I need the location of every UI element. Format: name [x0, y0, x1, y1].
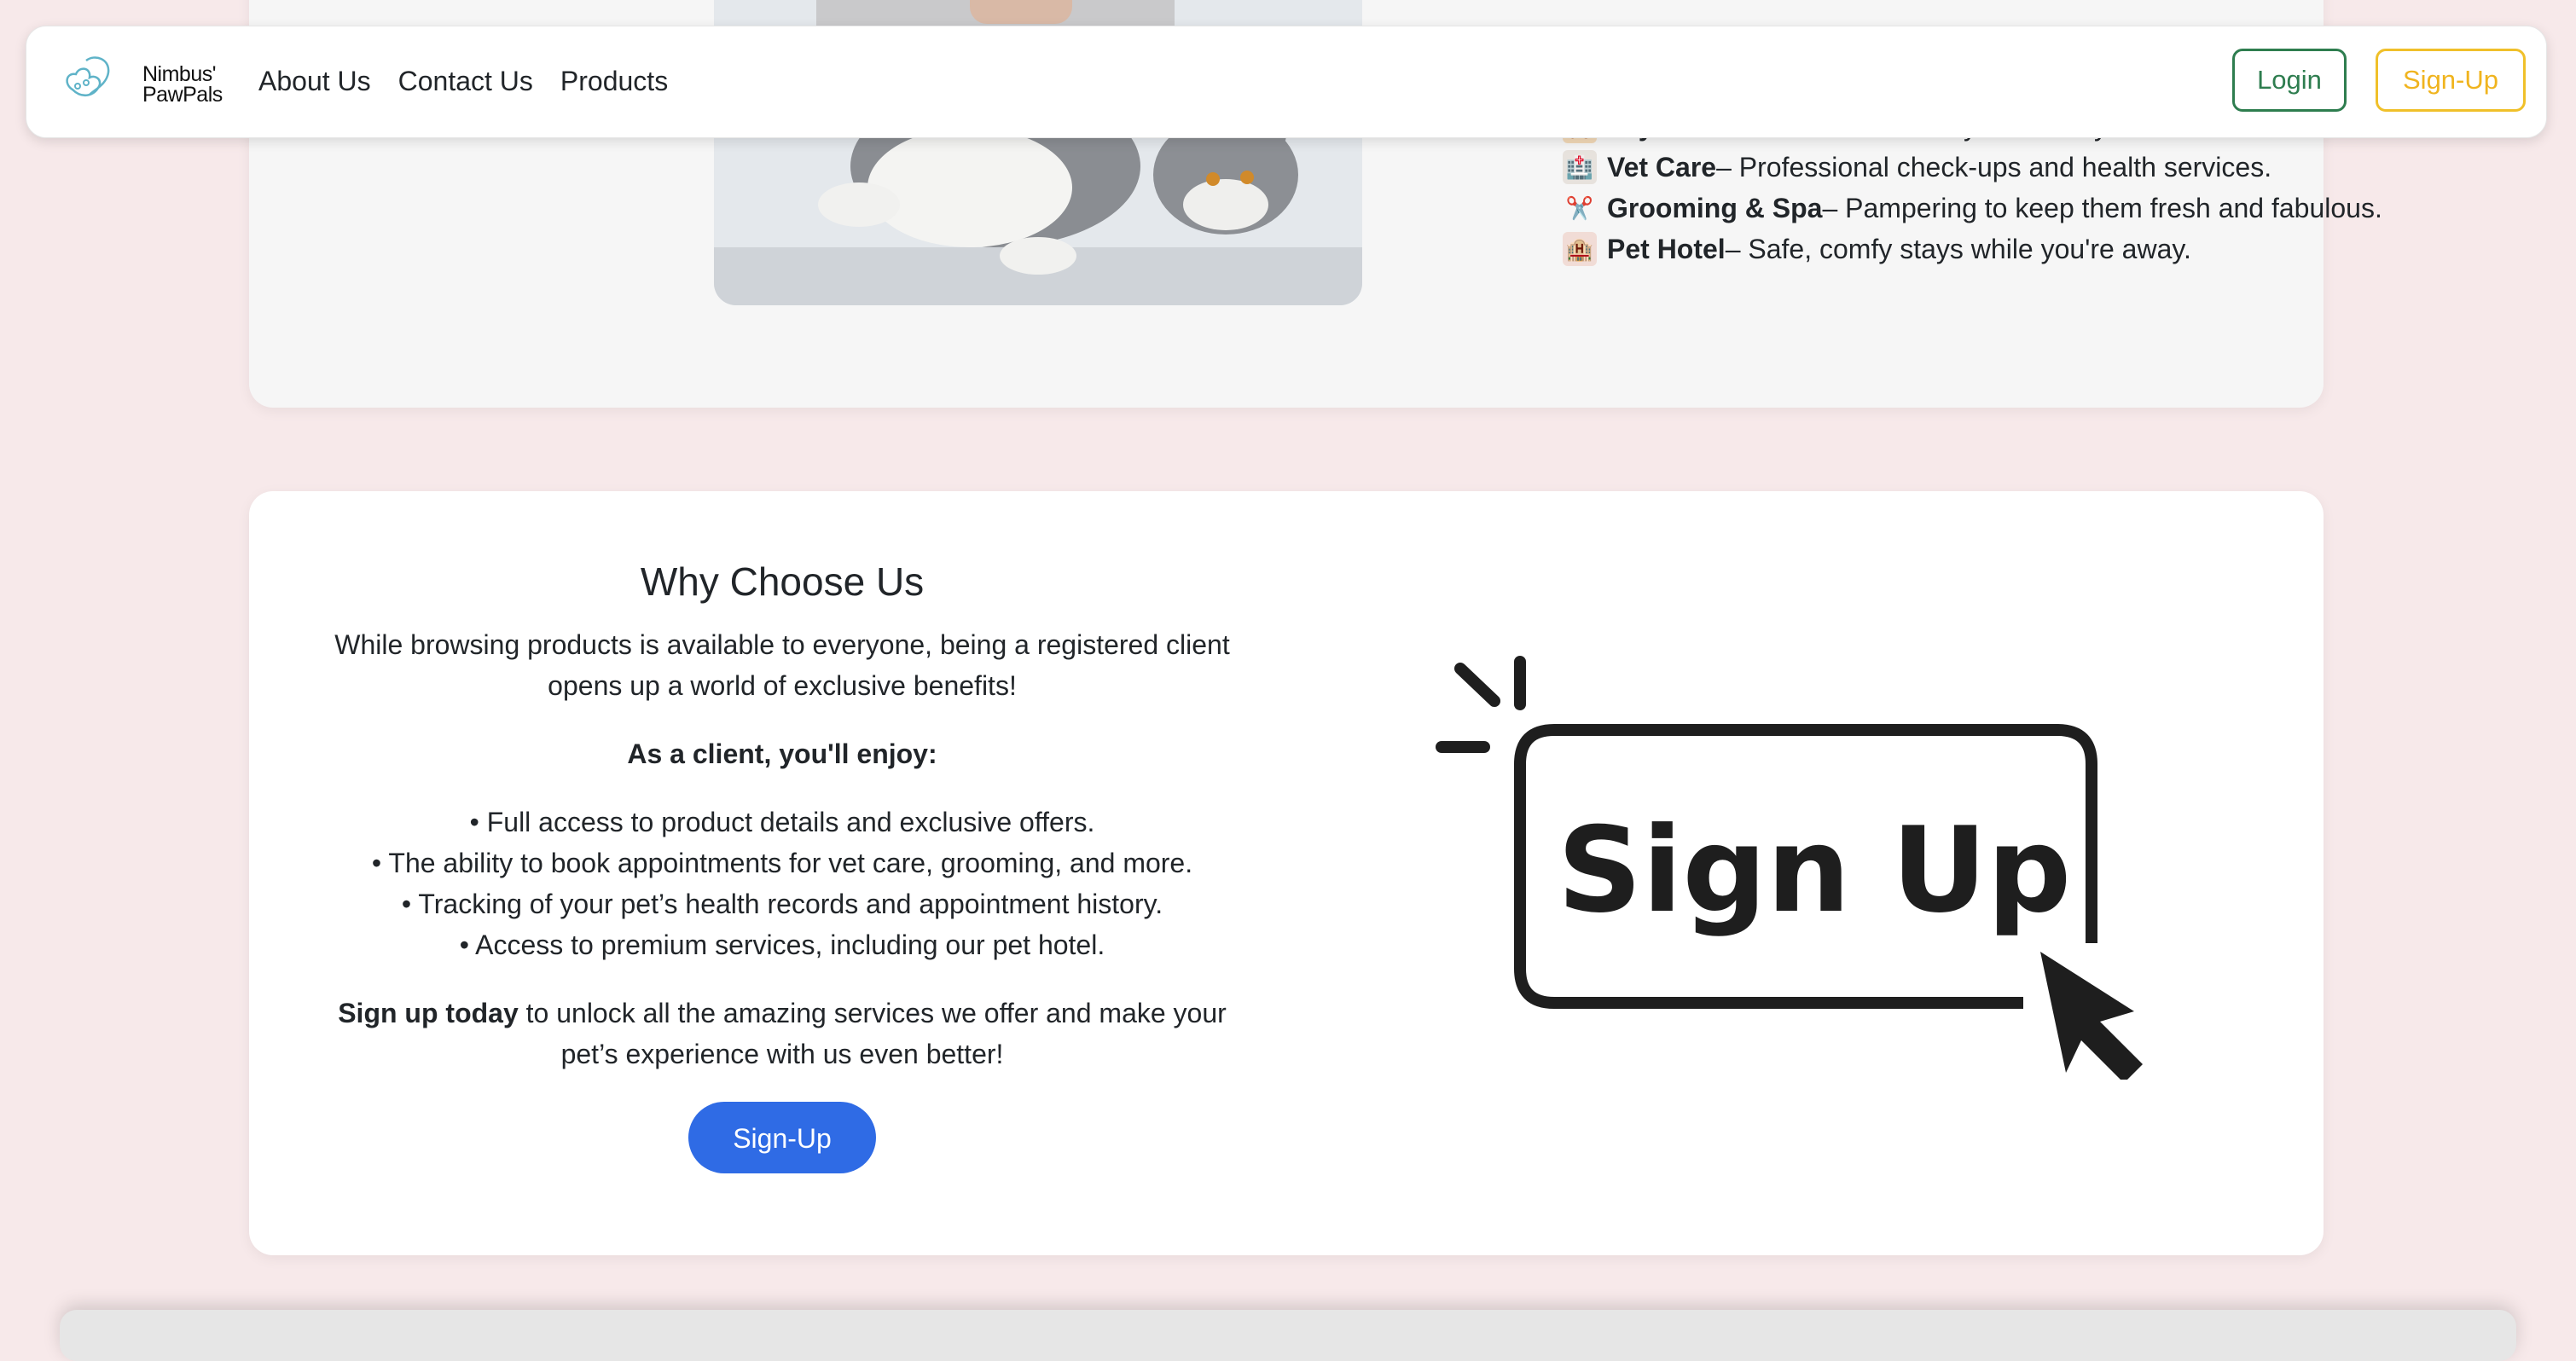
navbar: Nimbus' PawPals About Us Contact Us Prod…	[26, 26, 2547, 138]
service-desc: – Professional check-ups and health serv…	[1716, 152, 2272, 182]
benefit-item: • Tracking of your pet’s health records …	[401, 889, 1163, 919]
nav-products[interactable]: Products	[560, 66, 668, 97]
service-item: 🏥 Vet Care – Professional check-ups and …	[1563, 147, 2518, 188]
why-title: Why Choose Us	[640, 559, 925, 604]
benefit-item: • Access to premium services, including …	[459, 930, 1105, 960]
scissors-icon: ✂️	[1565, 195, 1594, 221]
hotel-icon: 🏨	[1563, 232, 1597, 266]
service-name: Pet Hotel	[1607, 234, 1726, 264]
paw-heart-icon	[66, 56, 110, 96]
benefits-list: • Full access to product details and exc…	[317, 802, 1247, 965]
illustration-text: Sign Up	[1558, 802, 2072, 939]
benefit-item: • The ability to book appointments for v…	[371, 848, 1193, 878]
benefit-item: • Full access to product details and exc…	[469, 807, 1095, 837]
service-item: ✂️ Grooming & Spa – Pampering to keep th…	[1563, 188, 2518, 229]
signup-button[interactable]: Sign-Up	[688, 1102, 876, 1173]
nav-links: About Us Contact Us Products	[258, 66, 668, 97]
hospital-icon: 🏥	[1563, 150, 1597, 184]
why-intro: While browsing products is available to …	[334, 629, 1230, 701]
signup-illustration: Sign Up	[1436, 656, 2143, 1080]
brand-logo[interactable]: Nimbus' PawPals	[61, 55, 231, 110]
cta-bold: Sign up today	[338, 998, 519, 1028]
footer-edge	[60, 1310, 2516, 1361]
service-name: Vet Care	[1607, 152, 1717, 182]
service-item: 🏨 Pet Hotel – Safe, comfy stays while yo…	[1563, 229, 2518, 269]
brand-name: Nimbus' PawPals	[142, 62, 223, 107]
why-subtitle: As a client, you'll enjoy:	[627, 738, 937, 769]
signup-nav-button[interactable]: Sign-Up	[2376, 49, 2526, 112]
service-desc: – Pampering to keep them fresh and fabul…	[1822, 193, 2382, 223]
service-name: Grooming & Spa	[1607, 193, 1823, 223]
login-button[interactable]: Login	[2232, 49, 2347, 112]
brand-line-2: PawPals	[142, 83, 223, 107]
why-cta: Sign up today to unlock all the amazing …	[317, 993, 1247, 1074]
brand-line-1: Nimbus'	[142, 62, 217, 86]
why-content: Why Choose Us While browsing products is…	[317, 558, 1247, 1173]
nav-about-us[interactable]: About Us	[258, 66, 371, 97]
cta-rest: to unlock all the amazing services we of…	[518, 998, 1227, 1069]
why-choose-us-card: Why Choose Us While browsing products is…	[249, 491, 2324, 1255]
service-desc: – Safe, comfy stays while you're away.	[1725, 234, 2191, 264]
nav-contact-us[interactable]: Contact Us	[398, 66, 533, 97]
